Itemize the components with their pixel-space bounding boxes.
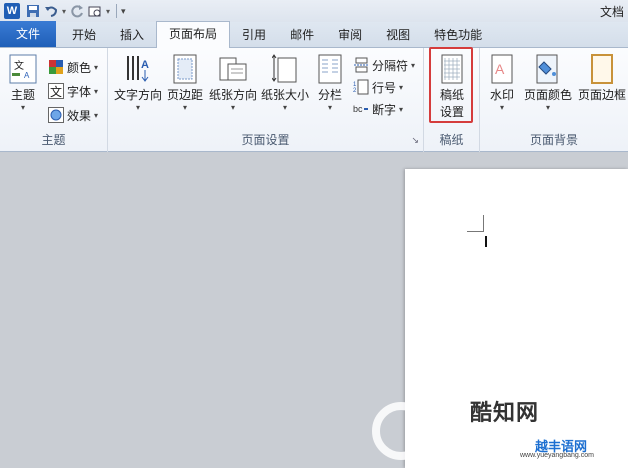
margin-corner-mark (483, 215, 484, 232)
page-color-icon (536, 54, 560, 84)
text-cursor (485, 236, 487, 247)
hyphenation-button[interactable]: bc 断字 ▾ (353, 98, 403, 120)
size-button[interactable]: 纸张大小 ▾ (260, 54, 310, 112)
theme-group: 文A 主题 ▾ 颜色 ▾ 文 字体 ▾ 效果 ▾ 主题 (0, 48, 108, 152)
margins-button[interactable]: 页边距 ▾ (165, 54, 205, 112)
svg-text:2: 2 (353, 88, 357, 94)
breaks-icon (353, 57, 369, 73)
svg-text:A: A (24, 71, 30, 80)
tab-home[interactable]: 开始 (60, 23, 108, 47)
page-color-button[interactable]: 页面颜色 ▾ (522, 54, 574, 112)
page-setup-launcher-icon[interactable]: ↘ (411, 135, 419, 146)
redo-icon[interactable] (70, 4, 84, 18)
undo-dropdown-icon[interactable]: ▾ (62, 7, 66, 16)
word-logo-icon[interactable]: W (4, 3, 20, 19)
ribbon-tabs: 文件 开始 插入 页面布局 引用 邮件 审阅 视图 特色功能 (0, 21, 628, 48)
line-numbers-button[interactable]: 12 行号 ▾ (353, 76, 403, 98)
text-direction-icon: A (123, 54, 153, 84)
themes-button[interactable]: 文A 主题 ▾ (6, 54, 40, 112)
svg-text:bc: bc (353, 104, 363, 114)
text-direction-button[interactable]: A 文字方向 ▾ (114, 54, 162, 112)
effects-icon (48, 107, 64, 123)
fonts-button[interactable]: 文 字体 ▾ (48, 80, 98, 102)
page-setup-group: A 文字方向 ▾ 页边距 ▾ 纸张方向 ▾ 纸张大小 ▾ 分栏 ▾ 分隔符 ▾ … (108, 48, 424, 152)
document-title: 文档 (599, 5, 624, 19)
margins-icon (173, 54, 197, 84)
qat-separator (116, 4, 118, 18)
theme-group-label: 主题 (41, 133, 66, 147)
svg-text:文: 文 (14, 59, 24, 72)
watermark-button[interactable]: A 水印 ▾ (484, 54, 520, 112)
size-icon (271, 54, 298, 84)
orientation-button[interactable]: 纸张方向 ▾ (208, 54, 258, 112)
svg-text:文: 文 (50, 84, 62, 99)
ribbon: 文A 主题 ▾ 颜色 ▾ 文 字体 ▾ 效果 ▾ 主题 A 文字方向 ▾ 页边距… (0, 47, 628, 152)
tab-special-features[interactable]: 特色功能 (422, 23, 494, 47)
quick-access-toolbar: W ▾ ▾ ▾ 文档 (0, 0, 628, 22)
watermark-icon: A (491, 54, 513, 84)
watermark-site-url: www.yueyangbang.com (520, 452, 594, 459)
themes-icon: 文A (9, 54, 37, 84)
columns-button[interactable]: 分栏 ▾ (314, 54, 346, 112)
tab-file[interactable]: 文件 (0, 21, 56, 47)
page-borders-icon (591, 54, 613, 84)
page-borders-button[interactable]: 页面边框 (576, 54, 628, 103)
draft-group-label: 稿纸 (439, 133, 464, 147)
tab-view[interactable]: 视图 (374, 23, 422, 47)
fonts-icon: 文 (48, 83, 64, 99)
svg-text:A: A (141, 59, 149, 71)
breaks-button[interactable]: 分隔符 ▾ (353, 54, 415, 76)
print-preview-dropdown-icon[interactable]: ▾ (106, 7, 110, 16)
tab-references[interactable]: 引用 (230, 23, 278, 47)
line-numbers-icon: 12 (353, 79, 369, 95)
undo-icon[interactable] (44, 4, 58, 18)
hyphenation-icon: bc (353, 101, 369, 117)
svg-text:A: A (495, 61, 505, 77)
page-background-group-label: 页面背景 (529, 133, 578, 147)
page-background-group: A 水印 ▾ 页面颜色 ▾ 页面边框 页面背景 (480, 48, 628, 152)
margin-corner-mark (467, 231, 484, 232)
customize-icon[interactable]: ▾ (121, 6, 126, 17)
draft-settings-highlight (429, 47, 473, 123)
tab-insert[interactable]: 插入 (108, 23, 156, 47)
tab-mailings[interactable]: 邮件 (278, 23, 326, 47)
save-icon[interactable] (26, 4, 40, 18)
tab-page-layout[interactable]: 页面布局 (156, 21, 231, 48)
print-preview-icon[interactable] (88, 4, 102, 18)
page-setup-group-label: 页面设置 (241, 133, 290, 147)
columns-icon (318, 54, 342, 84)
watermark-logo-icon (372, 402, 430, 460)
orientation-icon (219, 54, 247, 84)
colors-button[interactable]: 颜色 ▾ (48, 56, 98, 78)
effects-button[interactable]: 效果 ▾ (48, 104, 98, 126)
colors-icon (48, 59, 64, 75)
themes-dropdown-icon: ▾ (20, 103, 25, 112)
watermark-brand: 酷知网 (470, 400, 540, 425)
tab-review[interactable]: 审阅 (326, 23, 374, 47)
